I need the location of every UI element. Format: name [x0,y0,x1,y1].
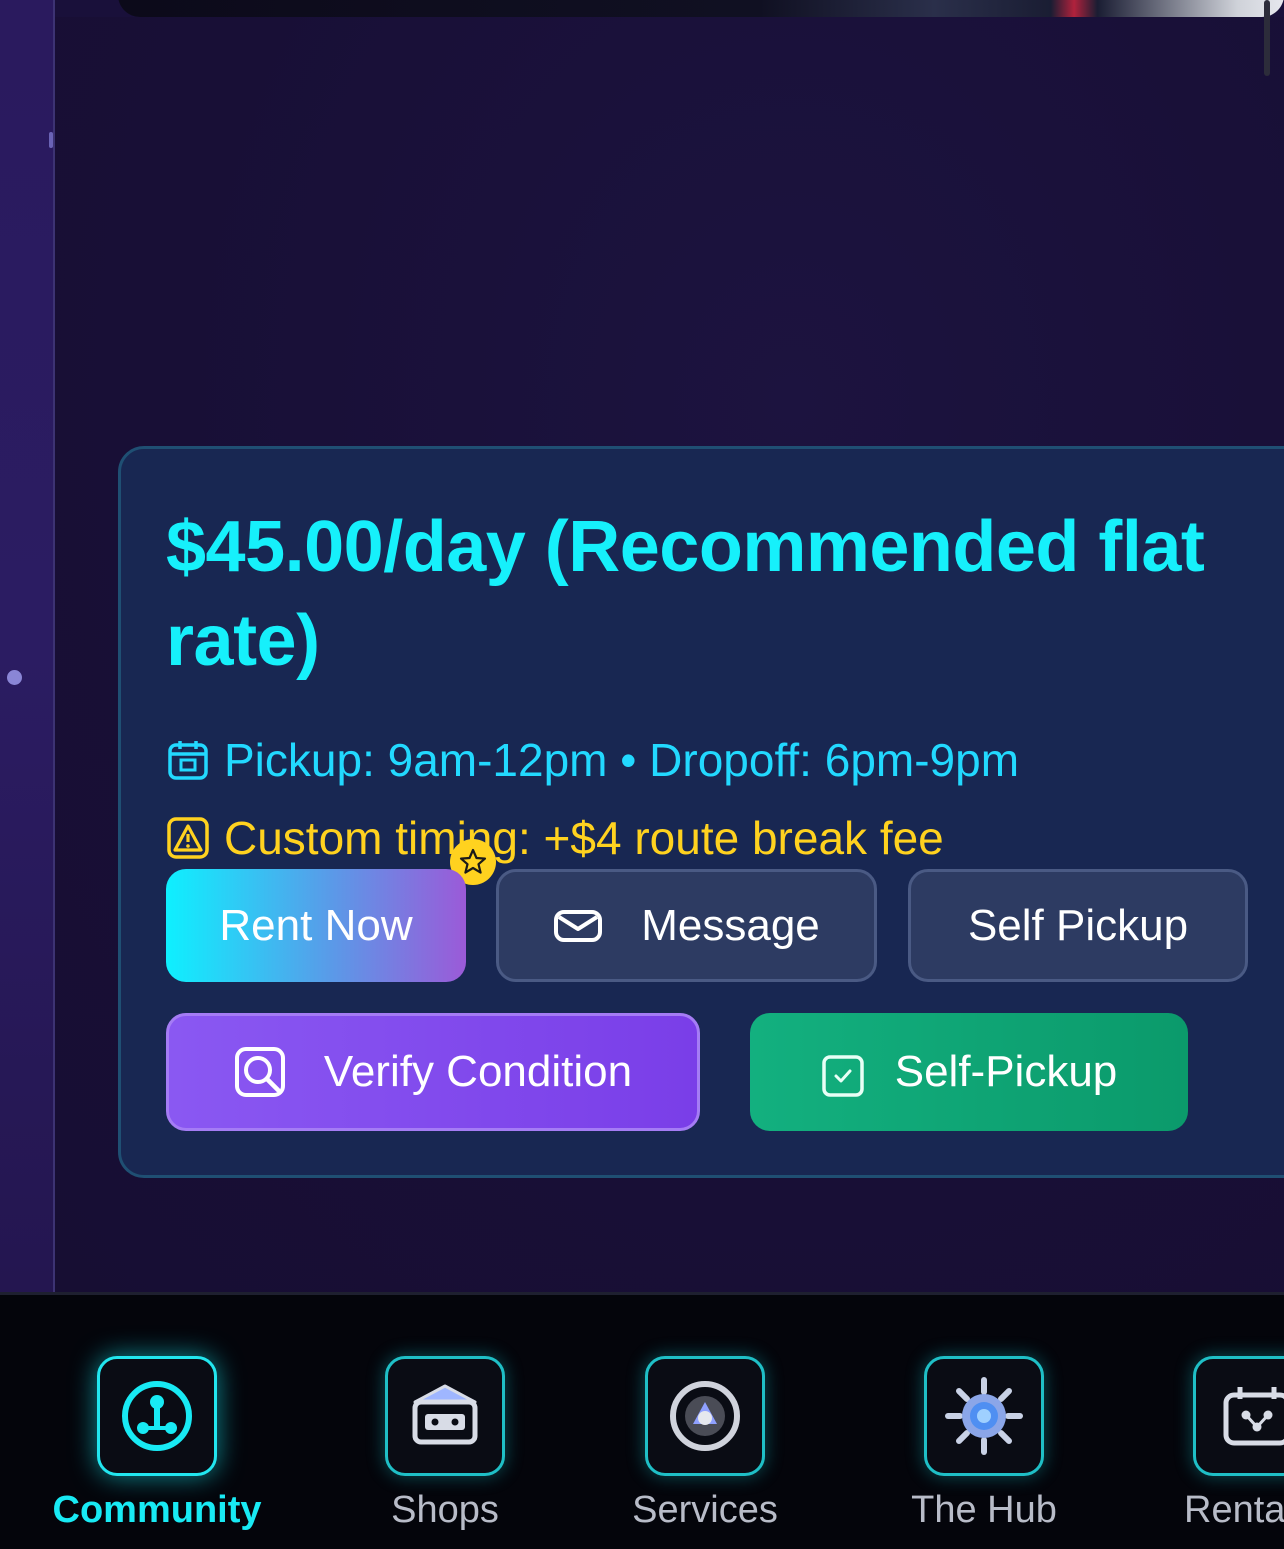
community-icon [97,1356,217,1476]
nav-rentals[interactable]: Rentals [1133,1356,1284,1546]
self-pickup-label: Self Pickup [967,900,1189,950]
checkbox-icon [821,1055,864,1097]
message-label: Message [641,900,820,950]
nav-community[interactable]: Community [37,1356,277,1546]
custom-timing: Custom timing: +$4 route break fee [166,810,944,866]
self-pickup-confirm-label: Self-Pickup [894,1047,1118,1096]
nav-rentals-label: Rentals [1184,1489,1284,1531]
nav-the-hub[interactable]: The Hub [864,1356,1104,1546]
verify-condition-button[interactable]: Verify Condition [166,1013,700,1131]
magnifier-icon [234,1047,285,1097]
nav-shops[interactable]: Shops [325,1356,565,1546]
price-text: $45.00/day (Recommended flat rate) [166,507,1205,681]
hub-icon [924,1356,1044,1476]
nav-services-label: Services [632,1489,778,1531]
rent-now-label: Rent Now [219,900,413,950]
nav-community-label: Community [52,1489,262,1531]
calendar-icon [168,740,208,780]
nav-services[interactable]: Services [585,1356,825,1546]
envelope-icon [554,909,603,942]
nav-the-hub-label: The Hub [911,1489,1057,1531]
warning-icon [167,817,209,859]
rail-indicator [49,132,53,148]
rentals-icon [1193,1356,1284,1476]
services-icon [645,1356,765,1476]
verify-condition-label: Verify Condition [323,1047,633,1096]
rail-dot[interactable] [7,670,22,685]
pickup-text: Pickup: 9am-12pm • Dropoff: 6pm-9pm [224,734,1020,786]
message-button[interactable]: Message [496,869,877,982]
rent-now-button[interactable]: Rent Now [166,869,466,982]
custom-timing-text: Custom timing: +$4 route break fee [224,812,944,864]
shop-icon [385,1356,505,1476]
nav-shops-label: Shops [391,1489,499,1531]
scrollbar[interactable] [1264,0,1270,76]
listing-image[interactable] [118,0,1284,17]
self-pickup-button[interactable]: Self Pickup [908,869,1248,982]
pickup-window: Pickup: 9am-12pm • Dropoff: 6pm-9pm [166,732,1019,788]
self-pickup-confirm-button[interactable]: Self-Pickup [750,1013,1188,1131]
left-rail [0,0,55,1292]
